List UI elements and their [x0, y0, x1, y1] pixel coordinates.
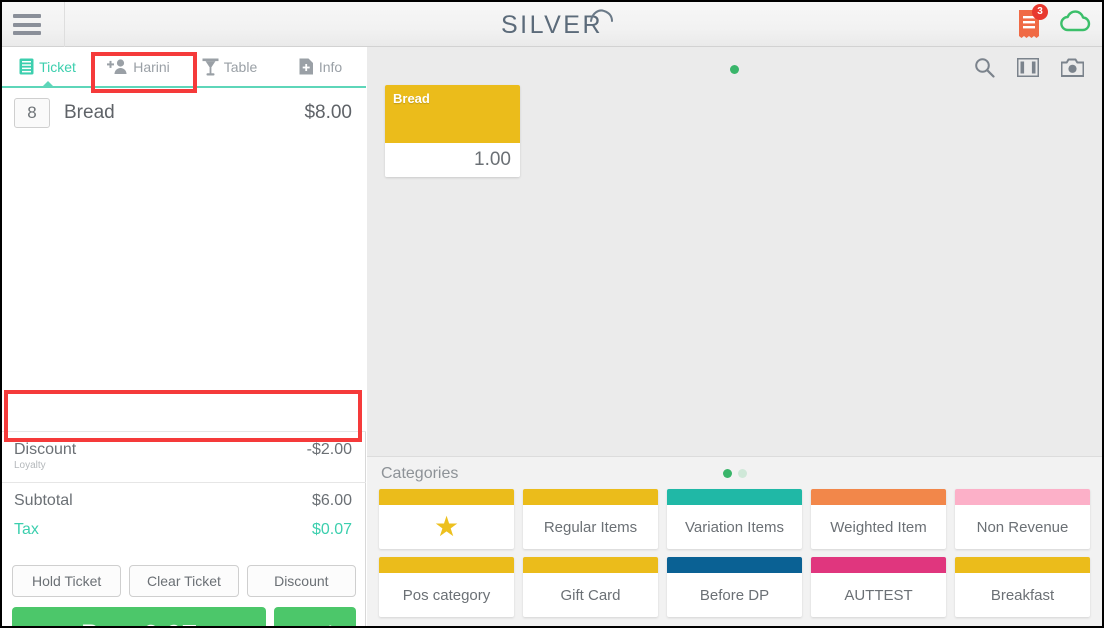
category-color-bar	[523, 557, 658, 573]
app-header: SILVER 3	[2, 2, 1102, 47]
tax-row: Tax $0.07	[2, 519, 366, 548]
discount-row[interactable]: Discount Loyalty -$2.00	[2, 431, 366, 482]
pos-app-window: SILVER 3 Ticket Harini Table Info 8 Brea…	[0, 0, 1104, 628]
category-tile[interactable]: Gift Card	[523, 557, 658, 617]
item-tile-bread[interactable]: Bread 1.00	[385, 85, 520, 177]
category-label: AUTTEST	[844, 586, 913, 604]
subtotal-amount: $6.00	[311, 492, 352, 509]
ticket-sidebar: Ticket Harini Table Info 8 Bread $8.00 D…	[2, 47, 366, 626]
tab-table-label: Table	[223, 58, 258, 75]
add-person-icon	[107, 58, 128, 75]
ticket-item-list: 8 Bread $8.00	[2, 88, 366, 431]
pay-button[interactable]: Pay $ 6.07	[12, 607, 266, 627]
category-color-bar	[379, 489, 514, 505]
ticket-item-name: Bread	[64, 102, 115, 123]
ticket-totals: Discount Loyalty -$2.00 Subtotal $6.00 T…	[2, 431, 366, 548]
hamburger-menu-icon[interactable]	[13, 14, 41, 35]
pay-label: Pay	[81, 619, 128, 626]
category-tile[interactable]: AUTTEST	[811, 557, 946, 617]
category-tile[interactable]: Breakfast	[955, 557, 1090, 617]
tax-amount: $0.07	[311, 521, 352, 538]
search-icon[interactable]	[974, 57, 995, 83]
camera-icon[interactable]	[1060, 58, 1085, 82]
subtotal-label: Subtotal	[14, 492, 73, 509]
subtotal-row: Subtotal $6.00	[2, 482, 366, 519]
info-document-icon	[299, 58, 314, 75]
main-content-area: Bread 1.00 Categories ★ Regular Items Vari…	[367, 47, 1102, 626]
category-color-bar	[811, 557, 946, 573]
tab-table[interactable]: Table	[184, 47, 275, 86]
table-row[interactable]: 8 Bread $8.00	[2, 88, 366, 138]
tab-harini[interactable]: Harini	[93, 47, 184, 86]
tab-harini-label: Harini	[133, 58, 170, 75]
columns-layout-icon[interactable]	[1016, 57, 1040, 82]
discount-sublabel: Loyalty	[14, 460, 46, 471]
category-label: Pos category	[402, 586, 491, 604]
category-tile[interactable]: Weighted Item	[811, 489, 946, 549]
active-tab-caret	[40, 81, 55, 88]
category-color-bar	[811, 489, 946, 505]
categories-panel: Categories ★ Regular Items Variation Items…	[367, 456, 1102, 626]
item-tile-value: 1.00	[385, 143, 520, 177]
category-color-bar	[523, 489, 658, 505]
cloud-swoosh-icon	[590, 9, 614, 22]
pagination-dot[interactable]	[737, 469, 747, 478]
payment-bar: Pay $ 6.07 Cash	[2, 607, 366, 627]
category-tile[interactable]: Non Revenue	[955, 489, 1090, 549]
star-icon: ★	[433, 511, 460, 542]
tab-ticket[interactable]: Ticket	[2, 47, 93, 88]
tab-info[interactable]: Info	[275, 47, 366, 86]
hold-ticket-button[interactable]: Hold Ticket	[12, 565, 122, 597]
category-tile[interactable]: Variation Items	[667, 489, 802, 549]
category-label: Weighted Item	[830, 518, 927, 536]
receipt-badge-count: 3	[1032, 4, 1048, 20]
cash-button[interactable]: Cash	[274, 607, 356, 626]
tax-label: Tax	[14, 521, 39, 538]
clear-ticket-button[interactable]: Clear Ticket	[129, 565, 239, 597]
item-tile-name: Bread	[385, 85, 520, 143]
main-toolbar-icons	[974, 57, 1085, 83]
header-divider	[64, 2, 65, 47]
discount-button[interactable]: Discount	[246, 565, 356, 597]
receipt-icon[interactable]: 3	[1016, 4, 1048, 40]
tab-info-label: Info	[318, 58, 343, 75]
category-tile[interactable]: ★	[379, 489, 514, 549]
item-grid: Bread 1.00	[367, 85, 1102, 497]
category-tile[interactable]: Pos category	[379, 557, 514, 617]
logo-text: SILVER	[500, 11, 604, 39]
categories-grid: ★ Regular Items Variation Items Weighted It…	[367, 489, 1102, 617]
tab-ticket-label: Ticket	[39, 58, 76, 75]
discount-amount: -$2.00	[306, 441, 352, 458]
app-logo: SILVER	[2, 9, 1102, 40]
category-label: Regular Items	[543, 518, 638, 536]
cloud-sync-icon[interactable]	[1058, 9, 1092, 40]
categories-pagination-dots	[367, 469, 1102, 478]
category-color-bar	[955, 557, 1090, 573]
ticket-action-buttons: Hold Ticket Clear Ticket Discount	[2, 565, 366, 597]
pagination-dot[interactable]	[722, 469, 732, 478]
header-icon-group: 3	[1016, 4, 1092, 40]
category-label: Gift Card	[560, 586, 621, 604]
category-color-bar	[667, 557, 802, 573]
category-label: Non Revenue	[976, 518, 1069, 536]
ticket-item-qty[interactable]: 8	[14, 98, 50, 128]
category-color-bar	[955, 489, 1090, 505]
ticket-list-icon	[19, 58, 34, 75]
category-color-bar	[379, 557, 514, 573]
category-color-bar	[667, 489, 802, 505]
discount-label: Discount	[14, 441, 77, 458]
ticket-item-price: $8.00	[304, 102, 352, 123]
pagination-dot[interactable]	[730, 65, 739, 74]
category-label: Before DP	[699, 586, 770, 604]
category-tile[interactable]: Before DP	[667, 557, 802, 617]
categories-header: Categories	[367, 457, 1102, 489]
table-icon	[202, 58, 219, 76]
category-label: Variation Items	[685, 518, 784, 536]
sidebar-tab-bar: Ticket Harini Table Info	[2, 47, 366, 88]
pay-amount: 6.07	[143, 619, 198, 627]
category-label: Breakfast	[990, 586, 1055, 604]
category-tile[interactable]: Regular Items	[523, 489, 658, 549]
